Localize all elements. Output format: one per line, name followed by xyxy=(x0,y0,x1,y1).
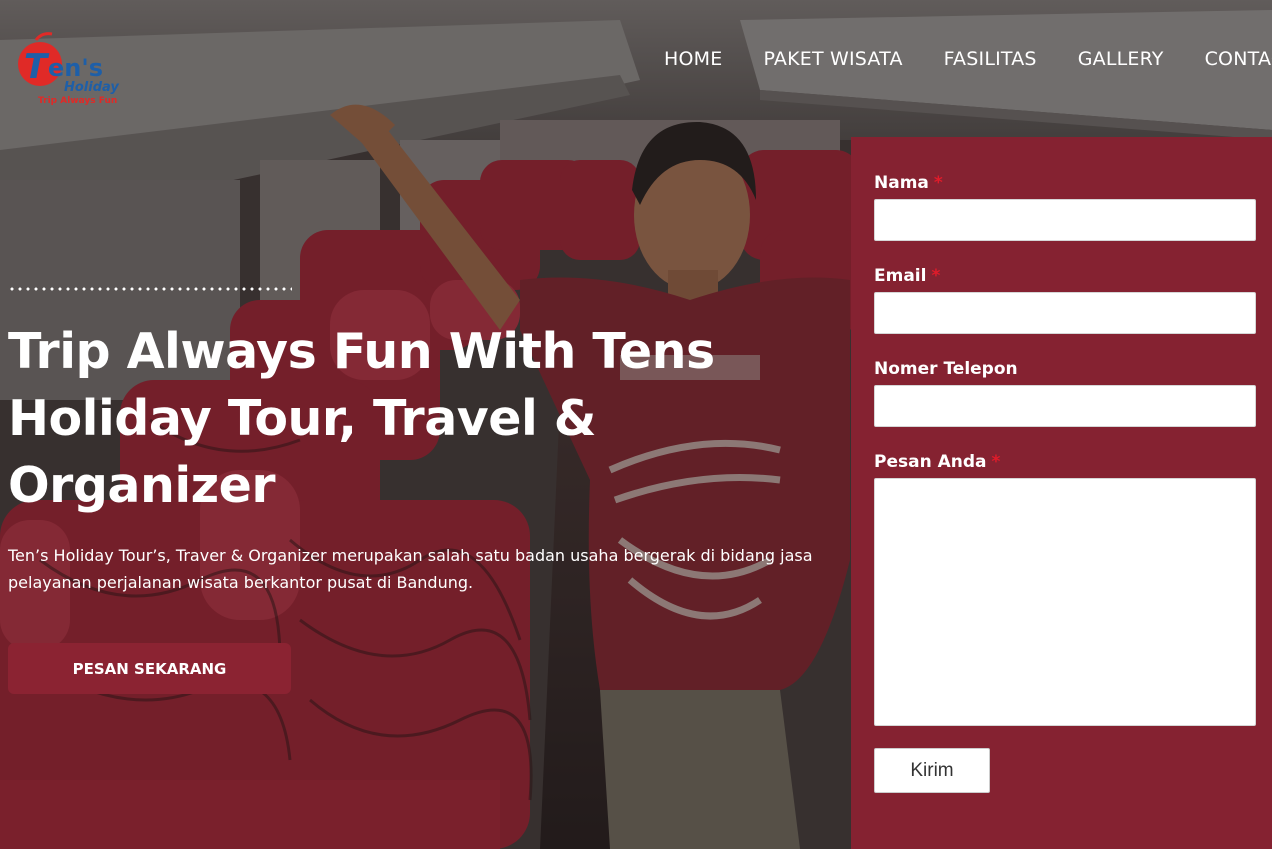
dotted-divider xyxy=(8,287,292,291)
brand-logo[interactable]: T en's Holiday Trip Always Fun xyxy=(12,28,122,108)
svg-text:Trip Always Fun: Trip Always Fun xyxy=(38,96,117,106)
pesan-sekarang-button[interactable]: PESAN SEKARANG xyxy=(8,643,291,694)
hero-description: Ten’s Holiday Tour’s, Traver & Organizer… xyxy=(8,546,813,592)
nav-fasilitas[interactable]: FASILITAS xyxy=(944,48,1037,70)
email-label: Email * xyxy=(874,266,941,286)
main-nav: HOME PAKET WISATA FASILITAS GALLERY CONT… xyxy=(664,48,1272,70)
kirim-button[interactable]: Kirim xyxy=(874,748,990,793)
nama-input[interactable] xyxy=(874,199,1256,241)
nav-gallery[interactable]: GALLERY xyxy=(1078,48,1164,70)
contact-form: Nama * Email * Nomer Telepon Pesan Anda * K… xyxy=(851,137,1272,849)
nav-home[interactable]: HOME xyxy=(664,48,722,70)
pesan-anda-textarea[interactable] xyxy=(874,478,1256,726)
nama-label: Nama * xyxy=(874,173,943,193)
pesan-anda-label: Pesan Anda * xyxy=(874,452,1001,472)
nomer-telepon-label: Nomer Telepon xyxy=(874,359,1018,379)
hero-title: Trip Always Fun With Tens Holiday Tour, … xyxy=(8,323,715,514)
svg-text:en's: en's xyxy=(48,54,103,82)
svg-text:T: T xyxy=(24,47,50,87)
required-mark: * xyxy=(933,173,943,193)
nav-contact[interactable]: CONTACT xyxy=(1205,48,1272,70)
nomer-telepon-input[interactable] xyxy=(874,385,1256,427)
required-mark: * xyxy=(931,266,941,286)
required-mark: * xyxy=(991,452,1001,472)
nav-paket-wisata[interactable]: PAKET WISATA xyxy=(763,48,902,70)
email-input[interactable] xyxy=(874,292,1256,334)
svg-text:Holiday: Holiday xyxy=(64,80,119,95)
